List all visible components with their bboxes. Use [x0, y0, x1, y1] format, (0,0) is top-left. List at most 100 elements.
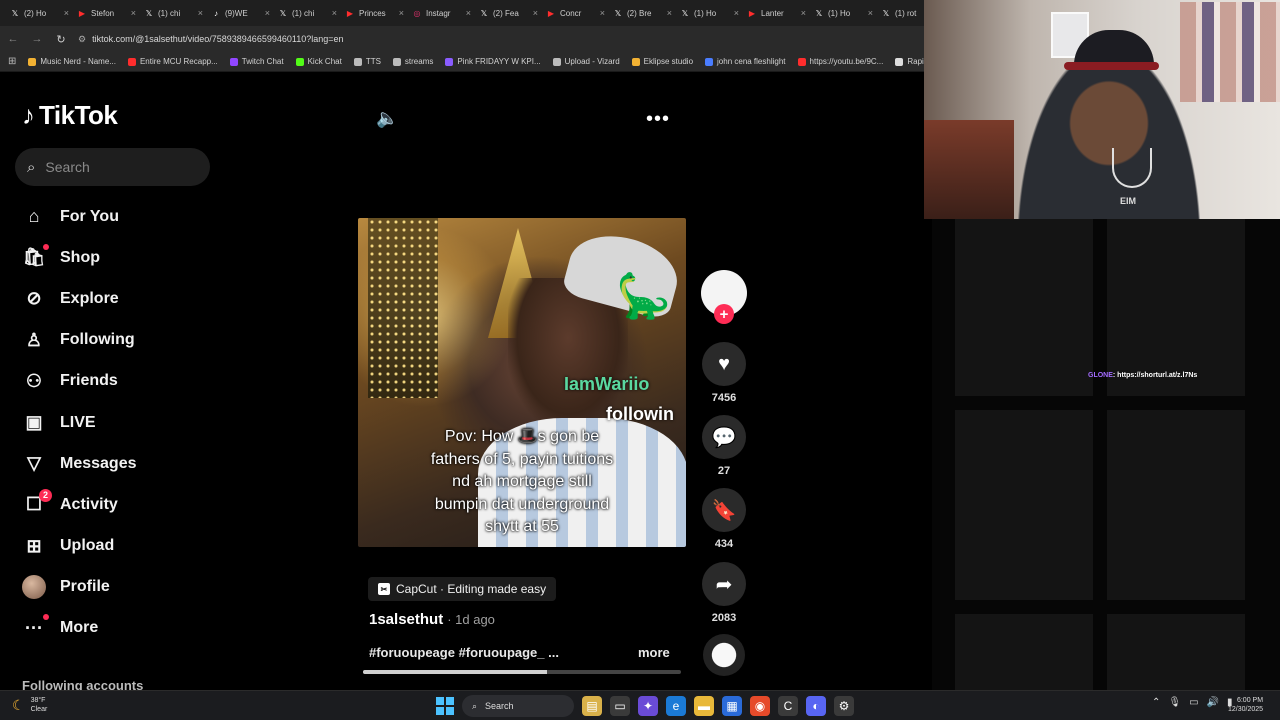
volume-icon[interactable]: 🔈 [376, 108, 398, 129]
windows-taskbar: ☾ 38°F Clear ⌕ Search ▤ ▭ ✦ e ▬ ▦ ◉ C ◐ … [0, 690, 1280, 720]
browser-tab[interactable]: 𝕏 (2) Ho × [6, 2, 73, 24]
browser-tab-label: (9)WE [225, 8, 248, 18]
bookmark-item[interactable]: john cena fleshlight [705, 57, 786, 66]
browser-tab[interactable]: ▶ Stefon × [73, 2, 140, 24]
taskbar-search[interactable]: ⌕ Search [462, 695, 574, 717]
back-arrow-icon[interactable]: ← [6, 33, 20, 45]
bookmark-item[interactable]: Kick Chat [295, 57, 342, 66]
close-tab-icon[interactable]: × [265, 8, 270, 18]
browser-tab[interactable]: 𝕏 (1) chi × [140, 2, 207, 24]
sidebar-item-upload[interactable]: ⊞ Upload [22, 526, 222, 567]
sidebar-item-for-you[interactable]: ⌂ For You [22, 196, 222, 237]
bookmark-item[interactable]: Twitch Chat [229, 57, 284, 66]
video-hashtags[interactable]: #foruoupeage #foruoupage_ ... [369, 645, 559, 660]
weather-widget[interactable]: ☾ 38°F Clear [12, 696, 47, 714]
bookmark-item[interactable]: Upload - Vizard [552, 57, 620, 66]
discord-icon[interactable]: ◐ [806, 696, 826, 716]
speaker-icon[interactable]: 🔊 [1207, 697, 1219, 708]
browser-tab[interactable]: ▶ Lanter × [743, 2, 810, 24]
sidebar-item-live[interactable]: ▣ LIVE [22, 402, 222, 443]
share-arrow-icon[interactable]: ➦ [702, 562, 746, 606]
more-link[interactable]: more [638, 645, 670, 660]
capcut-app-icon[interactable]: C [778, 696, 798, 716]
sidebar-item-more[interactable]: ··· More [22, 608, 222, 649]
sound-disc-icon[interactable] [703, 634, 745, 676]
close-tab-icon[interactable]: × [399, 8, 404, 18]
browser-tab[interactable]: 𝕏(1) rot× [877, 2, 924, 24]
sidebar-item-profile[interactable]: Profile [22, 567, 222, 608]
taskbar-clock[interactable]: 6:00 PM 12/30/2025 [1228, 696, 1263, 714]
bookmark-item[interactable]: Pink FRIDAYY W KPI... [445, 57, 541, 66]
url-field[interactable]: ⚙ tiktok.com/@1salsethut/video/758938946… [78, 34, 344, 45]
close-tab-icon[interactable]: × [734, 8, 739, 18]
close-tab-icon[interactable]: × [533, 8, 538, 18]
site-info-icon[interactable]: ⚙ [78, 34, 86, 45]
apps-grid-icon[interactable]: ⊞ [8, 56, 16, 67]
close-tab-icon[interactable]: × [466, 8, 471, 18]
chrome-icon[interactable]: ◉ [750, 696, 770, 716]
close-tab-icon[interactable]: × [868, 8, 873, 18]
task-view-icon[interactable]: ▭ [610, 696, 630, 716]
tiktok-logo[interactable]: ♪ TikTok [22, 100, 118, 131]
bookmark-item[interactable]: https://youtu.be/9C... [797, 57, 883, 66]
search-input[interactable]: ⌕ Search [15, 148, 210, 186]
more-options-icon[interactable]: ••• [646, 108, 670, 131]
creator-avatar[interactable]: + [701, 270, 747, 324]
comment-action[interactable]: 💬 27 [702, 415, 746, 477]
share-action[interactable]: ➦ 2083 [702, 562, 746, 624]
settings-icon[interactable]: ⚙ [834, 696, 854, 716]
windows-start-icon[interactable] [436, 697, 454, 715]
save-action[interactable]: 🔖 434 [702, 488, 746, 550]
comment-bubble-icon[interactable]: 💬 [702, 415, 746, 459]
bookmark-item[interactable]: TTS [353, 57, 381, 66]
capcut-anchor[interactable]: ✂ CapCut · Editing made easy [368, 577, 557, 601]
follow-plus-icon[interactable]: + [714, 304, 734, 324]
bookmark-icon[interactable]: 🔖 [702, 488, 746, 532]
sidebar-item-friends[interactable]: ⚇ Friends [22, 361, 222, 402]
close-tab-icon[interactable]: × [801, 8, 806, 18]
bookmark-favicon-icon [127, 57, 136, 66]
browser-tab[interactable]: 𝕏 (2) Bre × [609, 2, 676, 24]
mic-icon[interactable]: 🎙 [1168, 697, 1181, 708]
bookmark-item[interactable]: Entire MCU Recapp... [127, 57, 218, 66]
browser-tab[interactable]: ♪ (9)WE × [207, 2, 274, 24]
folder-icon[interactable]: ▬ [694, 696, 714, 716]
browser-tab[interactable]: 𝕏 (2) Fea × [475, 2, 542, 24]
close-tab-icon[interactable]: × [198, 8, 203, 18]
sidebar-item-explore[interactable]: ⊘ Explore [22, 278, 222, 319]
tray-chevron-icon[interactable]: ⌃ [1152, 697, 1160, 708]
close-tab-icon[interactable]: × [131, 8, 136, 18]
like-action[interactable]: ♥ 7456 [702, 342, 746, 404]
display-icon[interactable]: ▭ [1189, 697, 1198, 708]
browser-tab[interactable]: 𝕏 (1) Ho × [810, 2, 877, 24]
browser-tab[interactable]: ▶ Princes × [341, 2, 408, 24]
sidebar-item-shop[interactable]: 🛍 Shop [22, 237, 222, 278]
author-username[interactable]: 1salsethut [369, 611, 443, 628]
close-tab-icon[interactable]: × [600, 8, 605, 18]
sidebar-item-following[interactable]: ♙ Following [22, 320, 222, 361]
bookmark-item[interactable]: Music Nerd - Name... [28, 57, 116, 66]
bookmark-item[interactable]: Rapidtags | You [895, 57, 924, 66]
close-tab-icon[interactable]: × [332, 8, 337, 18]
bookmark-item[interactable]: streams [392, 57, 433, 66]
close-tab-icon[interactable]: × [667, 8, 672, 18]
close-tab-icon[interactable]: × [64, 8, 69, 18]
copilot-icon[interactable]: ✦ [638, 696, 658, 716]
store-icon[interactable]: ▦ [722, 696, 742, 716]
forward-arrow-icon[interactable]: → [30, 33, 44, 45]
browser-tab[interactable]: 𝕏 (1) Ho × [676, 2, 743, 24]
sidebar-item-label: Following [60, 331, 135, 349]
browser-tab[interactable]: ▶ Concr × [542, 2, 609, 24]
bookmark-item[interactable]: Eklipse studio [631, 57, 693, 66]
browser-tab[interactable]: ◎ Instagr × [408, 2, 475, 24]
sidebar-item-messages[interactable]: ▽ Messages [22, 443, 222, 484]
edge-icon[interactable]: e [666, 696, 686, 716]
overlay-cell [1107, 219, 1245, 396]
heart-icon[interactable]: ♥ [702, 342, 746, 386]
browser-tab[interactable]: 𝕏 (1) chi × [274, 2, 341, 24]
video-progress-bar[interactable] [363, 670, 681, 674]
file-explorer-icon[interactable]: ▤ [582, 696, 602, 716]
video-player[interactable]: 🦕 IamWariio followin Pov: How 🎩s gon be … [358, 218, 686, 547]
reload-icon[interactable]: ↻ [54, 33, 68, 46]
sidebar-item-activity[interactable]: ☐ 2 Activity [22, 484, 222, 525]
